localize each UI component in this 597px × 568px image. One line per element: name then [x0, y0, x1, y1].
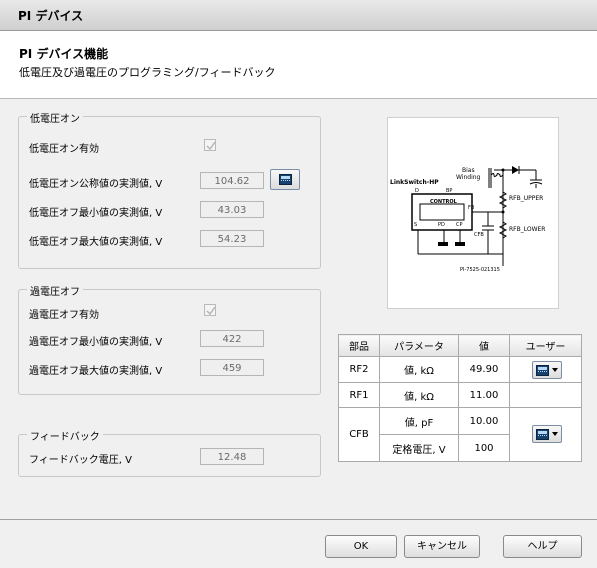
rf1-user-cell — [509, 382, 582, 408]
overvoltage-enable-label: 過電圧オフ有効 — [29, 310, 99, 321]
page-title: PI デバイス機能 — [19, 47, 109, 61]
undervoltage-enable-checkbox[interactable] — [204, 139, 216, 151]
feedback-group: フィードバック フィードバック電圧, V 12.48 — [18, 428, 321, 477]
rfb-lower-label: RFB_LOWER — [509, 226, 545, 233]
checkmark-icon — [206, 141, 216, 151]
overvoltage-off-max-field[interactable]: 459 — [200, 359, 264, 376]
feedback-voltage-label: フィードバック電圧, V — [29, 455, 132, 466]
feedback-voltage-field[interactable]: 12.48 — [200, 448, 264, 465]
chip-label: LinkSwitch-HP — [390, 179, 439, 186]
cfb-value-cap[interactable]: 10.00 — [458, 407, 510, 435]
overvoltage-enable-checkbox[interactable] — [204, 304, 216, 316]
calculator-button[interactable] — [270, 169, 300, 190]
col-value-header: 値 — [458, 334, 510, 357]
overvoltage-off-min-field[interactable]: 422 — [200, 330, 264, 347]
table-row-rf1: RF1 値, kΩ 11.00 — [338, 382, 582, 408]
calculator-icon — [536, 429, 549, 440]
table-header-row: 部品 パラメータ 値 ユーザー — [338, 334, 582, 357]
pin-fb: FB — [468, 205, 475, 211]
pin-bp: BP — [446, 188, 452, 194]
rf1-value[interactable]: 11.00 — [458, 382, 510, 408]
ok-button[interactable]: OK — [325, 535, 397, 558]
undervoltage-off-min-label: 低電圧オフ最小値の実測値, V — [29, 208, 163, 219]
title-bar: PI デバイス — [0, 0, 597, 31]
pin-pd: PD — [438, 222, 445, 228]
col-param-header: パラメータ — [379, 334, 459, 357]
undervoltage-enable-label: 低電圧オン有効 — [29, 144, 99, 155]
drawing-number: PI-7525-021315 — [460, 267, 500, 273]
rf2-user-cell — [509, 356, 582, 383]
undervoltage-legend: 低電圧オン — [27, 110, 83, 125]
rf2-value[interactable]: 49.90 — [458, 356, 510, 383]
bias-label: Bias — [462, 167, 475, 174]
cfb-param-voltage: 定格電圧, V — [379, 434, 459, 462]
undervoltage-off-min-field[interactable]: 43.03 — [200, 201, 264, 218]
chevron-down-icon — [552, 368, 558, 372]
rf2-param: 値, kΩ — [379, 356, 459, 383]
table-row-cfb: CFB 値, pF 10.00 — [338, 407, 582, 462]
circuit-schematic: Bias Winding RFB_UPPER RFB_LOWER LinkSwi… — [390, 166, 545, 273]
undervoltage-off-max-label: 低電圧オフ最大値の実測値, V — [29, 237, 163, 248]
calculator-icon — [279, 174, 292, 185]
rf2-part: RF2 — [338, 356, 380, 383]
page-subtitle: 低電圧及び過電圧のプログラミング/フィードバック — [19, 66, 276, 79]
rf2-user-dropdown[interactable] — [532, 361, 562, 379]
overvoltage-legend: 過電圧オフ — [27, 283, 83, 298]
cfb-value-voltage[interactable]: 100 — [458, 434, 510, 462]
checkmark-icon — [206, 306, 216, 316]
col-part-header: 部品 — [338, 334, 380, 357]
header-panel: PI デバイス機能 低電圧及び過電圧のプログラミング/フィードバック — [0, 31, 597, 99]
help-button[interactable]: ヘルプ — [503, 535, 582, 558]
undervoltage-group: 低電圧オン 低電圧オン有効 低電圧オン公称値の実測値, V 104.62 低電圧… — [18, 110, 321, 269]
table-row-rf2: RF2 値, kΩ 49.90 — [338, 356, 582, 383]
cancel-button[interactable]: キャンセル — [404, 535, 480, 558]
cfb-user-cell — [509, 407, 582, 462]
undervoltage-off-max-field[interactable]: 54.23 — [200, 230, 264, 247]
chevron-down-icon — [552, 432, 558, 436]
control-label: CONTROL — [430, 199, 458, 205]
cfb-part: CFB — [338, 407, 380, 462]
rf1-part: RF1 — [338, 382, 380, 408]
schematic-diagram: Bias Winding RFB_UPPER RFB_LOWER LinkSwi… — [387, 117, 559, 309]
overvoltage-group: 過電圧オフ 過電圧オフ有効 過電圧オフ最小値の実測値, V 422 過電圧オフ最… — [18, 283, 321, 395]
undervoltage-nominal-field[interactable]: 104.62 — [200, 172, 264, 189]
calculator-icon — [536, 365, 549, 376]
pin-cp: CP — [456, 222, 463, 228]
overvoltage-off-min-label: 過電圧オフ最小値の実測値, V — [29, 337, 163, 348]
window-title: PI デバイス — [18, 9, 84, 23]
pin-d: D — [415, 188, 419, 194]
winding-label: Winding — [456, 174, 481, 181]
cfb-label: CFB — [474, 232, 484, 238]
cfb-param-cap: 値, pF — [379, 407, 459, 435]
rfb-upper-label: RFB_UPPER — [509, 195, 543, 202]
component-table: 部品 パラメータ 値 ユーザー RF2 値, kΩ 49.90 RF1 値, k… — [338, 334, 582, 462]
col-user-header: ユーザー — [509, 334, 582, 357]
rf1-param: 値, kΩ — [379, 382, 459, 408]
pin-s: S — [414, 222, 417, 228]
overvoltage-off-max-label: 過電圧オフ最大値の実測値, V — [29, 366, 163, 377]
undervoltage-nominal-label: 低電圧オン公称値の実測値, V — [29, 179, 163, 190]
cfb-user-dropdown[interactable] — [532, 425, 562, 443]
feedback-legend: フィードバック — [27, 428, 103, 443]
